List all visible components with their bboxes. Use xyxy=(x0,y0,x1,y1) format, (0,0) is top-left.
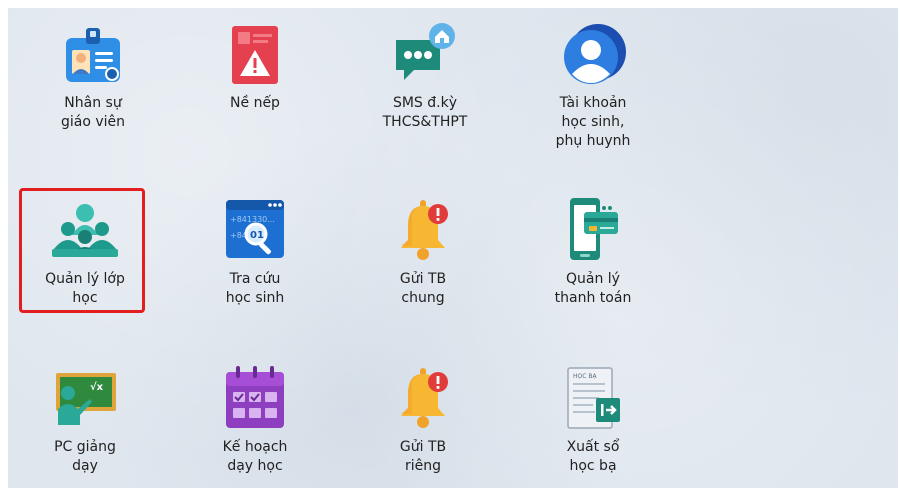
tile-label-line2: học sinh, xyxy=(561,114,625,130)
tile-tra-cuu-hoc-sinh[interactable]: +841330... +84 01 Tra cứu học sinh xyxy=(190,196,320,308)
tile-label-line2: thanh toán xyxy=(554,290,632,306)
tile-label-line2: giáo viên xyxy=(60,114,126,130)
tile-pc-giang-day[interactable]: √x PC giảng dạy xyxy=(20,364,150,476)
tile-label-line2: học sinh xyxy=(225,290,285,306)
tile-gui-tb-rieng[interactable]: Gửi TB riêng xyxy=(358,364,488,476)
tile-label-line2: học xyxy=(72,290,98,306)
tile-label-line2: học bạ xyxy=(569,458,617,474)
tile-label-line1: SMS đ.kỳ xyxy=(392,95,458,111)
tile-label-line1: Tra cứu xyxy=(229,271,281,287)
bell-notification-icon xyxy=(388,364,458,434)
tile-label-line1: PC giảng xyxy=(54,439,116,455)
bell-notification-icon xyxy=(388,196,458,266)
tile-ke-hoach-day-hoc[interactable]: Kế hoạch dạy học xyxy=(190,364,320,476)
tile-quan-ly-lop-hoc[interactable]: Quản lý lớp học xyxy=(20,196,150,308)
payment-phone-icon xyxy=(558,196,628,266)
lookup-number-text-1: +841330... xyxy=(230,215,275,224)
classroom-group-icon xyxy=(50,196,120,266)
tile-label-line2: riêng xyxy=(404,458,442,474)
tile-label-line2: THCS&THPT xyxy=(382,114,468,130)
lookup-number-text-3: 01 xyxy=(250,230,264,241)
tile-label-line2: dạy xyxy=(72,458,98,474)
tile-label-line1: Gửi TB xyxy=(399,271,447,287)
tile-gui-tb-chung[interactable]: Gửi TB chung xyxy=(358,196,488,308)
sms-chat-icon xyxy=(390,20,460,90)
teacher-board-icon: √x xyxy=(50,364,120,434)
sqrt-symbol-text: √x xyxy=(90,381,104,393)
tile-label-line1: Quản lý lớp xyxy=(45,271,125,287)
tile-label-line1: Gửi TB xyxy=(399,439,447,455)
tile-label-line1: Xuất sổ xyxy=(566,439,620,455)
tile-quan-ly-thanh-toan[interactable]: Quản lý thanh toán xyxy=(528,196,658,308)
tile-sms-dky[interactable]: SMS đ.kỳ THCS&THPT xyxy=(360,20,490,132)
tile-label-line2: dạy học xyxy=(227,458,283,474)
tile-label-line1: Kế hoạch xyxy=(222,439,288,455)
hoc-ba-doc-text: HỌC BẠ xyxy=(573,373,597,380)
tile-label-line2: chung xyxy=(401,290,445,306)
tile-tai-khoan[interactable]: Tài khoản học sinh, phụ huynh xyxy=(528,20,658,151)
tile-label-line1: Tài khoản xyxy=(559,95,627,111)
tile-nhan-su-giao-vien[interactable]: Nhân sự giáo viên xyxy=(28,20,158,132)
export-report-icon: HỌC BẠ xyxy=(558,364,628,434)
tile-label-line1: Nhân sự xyxy=(64,95,122,111)
user-account-icon xyxy=(558,20,628,90)
tile-label-line3: phụ huynh xyxy=(555,133,631,149)
warning-document-icon xyxy=(220,20,290,90)
lookup-number-text-2: +84 xyxy=(230,231,247,240)
student-lookup-icon: +841330... +84 01 xyxy=(220,196,290,266)
staff-badge-icon xyxy=(58,20,128,90)
tile-xuat-so-hoc-ba[interactable]: HỌC BẠ Xuất sổ học bạ xyxy=(528,364,658,476)
tile-label-line1: Nề nếp xyxy=(230,95,280,111)
app-grid-panel: Nhân sự giáo viên Nề nếp SMS đ.kỳ THCS&T… xyxy=(8,8,898,488)
calendar-plan-icon xyxy=(220,364,290,434)
tile-ne-nep[interactable]: Nề nếp xyxy=(190,20,320,113)
tile-label-line1: Quản lý xyxy=(566,271,620,287)
